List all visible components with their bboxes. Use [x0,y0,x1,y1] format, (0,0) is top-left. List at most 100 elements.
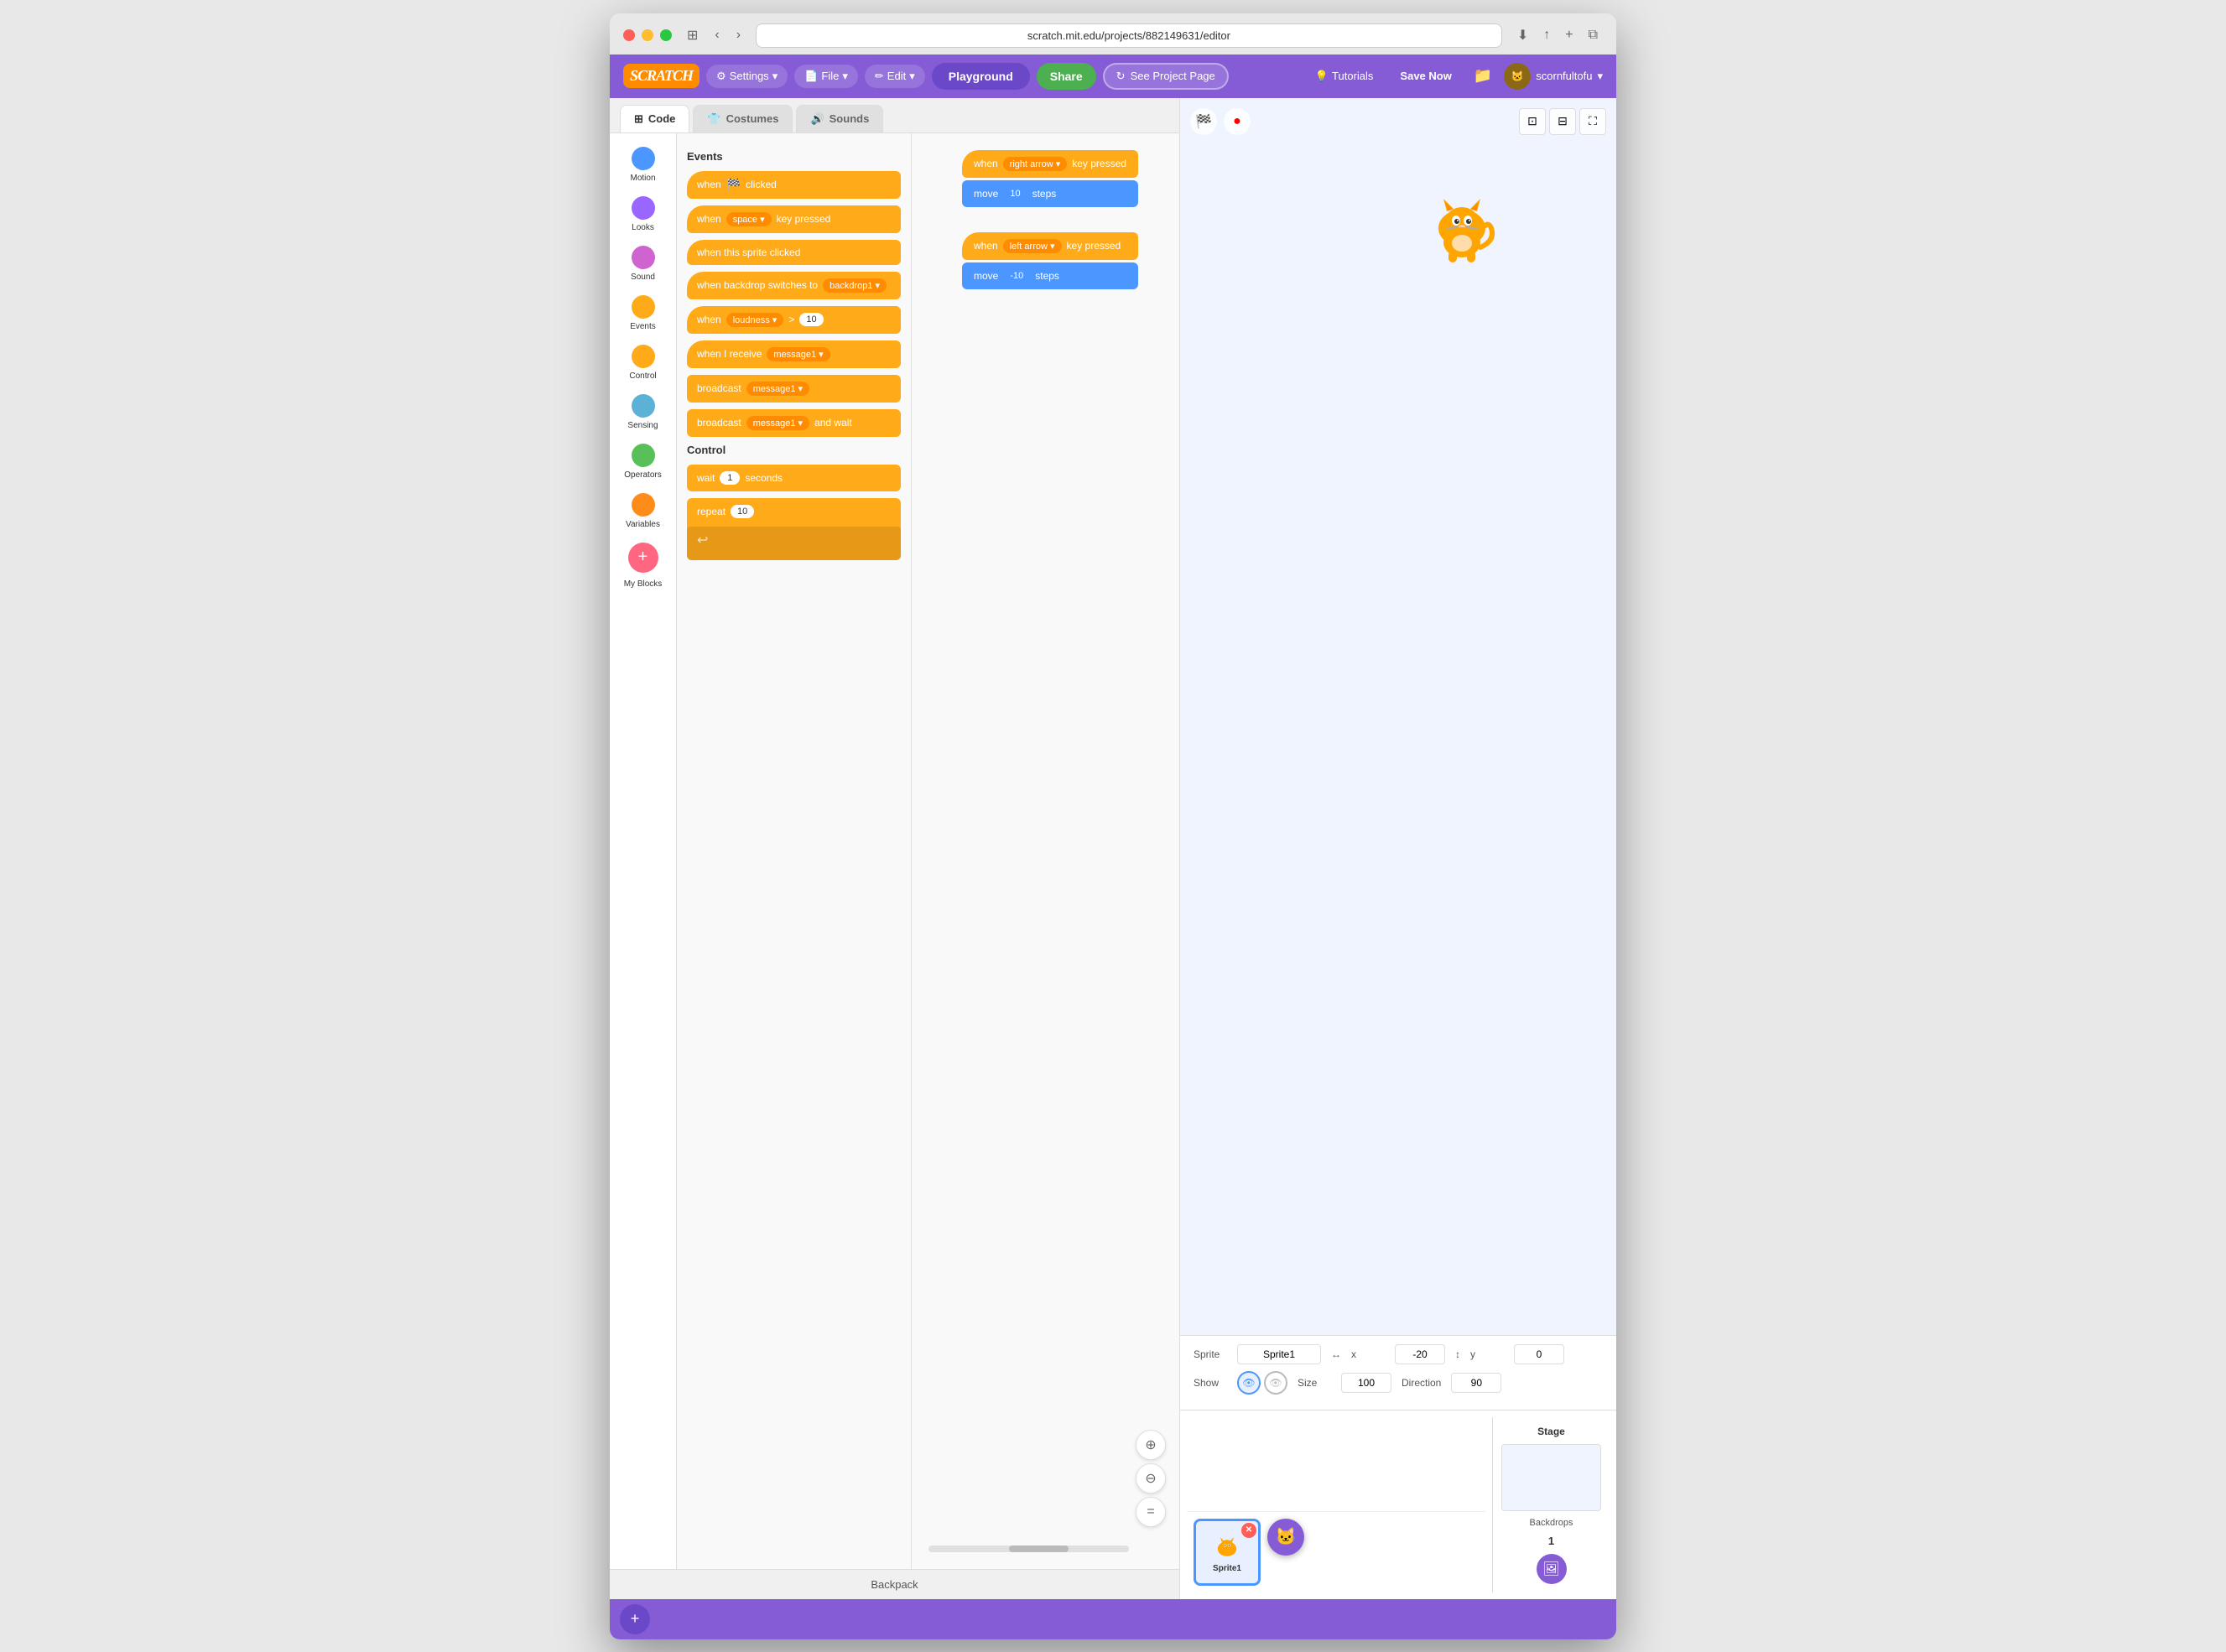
script-scrollbar[interactable] [928,1546,1129,1552]
user-menu[interactable]: 🐱 scornfultofu ▾ [1504,63,1603,90]
show-hidden-btn[interactable]: 👁 [1264,1371,1287,1395]
minimize-traffic-light[interactable] [642,29,653,41]
script-block-left-arrow-trigger[interactable]: when left arrow ▾ key pressed [962,232,1138,260]
address-bar[interactable]: scratch.mit.edu/projects/882149631/edito… [756,23,1502,48]
block-broadcast-wait[interactable]: broadcast message1 ▾ and wait [687,409,901,437]
stage-area: 🏁 ● ⊡ ⊟ ⛶ [1180,98,1616,1335]
script-block-right-arrow-trigger[interactable]: when right arrow ▾ key pressed [962,150,1138,178]
left-arrow-key-dropdown[interactable]: left arrow ▾ [1003,239,1062,253]
script-block-move-right[interactable]: move 10 steps [962,180,1138,207]
edit-btn[interactable]: ✏ Edit ▾ [865,65,925,88]
sidebar-item-sound[interactable]: Sound [610,239,676,288]
block-when-receive[interactable]: when I receive message1 ▾ [687,340,901,368]
loudness-value[interactable]: 10 [799,313,823,326]
block-when-loudness[interactable]: when loudness ▾ > 10 [687,306,901,334]
large-stage-btn[interactable]: ⊟ [1549,108,1576,135]
stage-view-controls: ⊡ ⊟ ⛶ [1519,108,1606,135]
folder-btn[interactable]: 📁 [1469,62,1497,90]
block-broadcast[interactable]: broadcast message1 ▾ [687,375,901,403]
file-btn[interactable]: 📄 File ▾ [794,65,858,88]
show-visible-btn[interactable]: 👁 [1237,1371,1261,1395]
sidebar-item-events[interactable]: Events [610,288,676,338]
variables-label: Variables [626,520,660,529]
block-when-backdrop[interactable]: when backdrop switches to backdrop1 ▾ [687,272,901,299]
tab-code[interactable]: ⊞ Code [620,105,689,132]
wait-value[interactable]: 1 [720,471,740,485]
close-traffic-light[interactable] [623,29,635,41]
script-block-move-left[interactable]: move -10 steps [962,262,1138,289]
sidebar-item-motion[interactable]: Motion [610,140,676,190]
sprite-name-row: Sprite ↔ x ↕ y [1194,1344,1603,1364]
playground-btn[interactable]: Playground [932,63,1030,90]
move-right-value[interactable]: 10 [1003,187,1027,200]
message-dropdown[interactable]: message1 ▾ [767,347,830,361]
fullscreen-btn[interactable]: ⛶ [1579,108,1606,135]
x-input[interactable] [1395,1344,1445,1364]
sensor-dropdown[interactable]: loudness ▾ [726,313,784,327]
block-repeat[interactable]: repeat 10 ↩ [687,498,901,560]
cat-sprite [1420,182,1504,282]
size-input[interactable] [1341,1373,1391,1393]
download-btn[interactable]: ⬇ [1512,23,1533,47]
block-wait-seconds[interactable]: wait 1 seconds [687,465,901,491]
forward-btn[interactable]: › [731,24,746,46]
broadcast-wait-msg-dropdown[interactable]: message1 ▾ [746,416,809,430]
motion-dot [632,147,655,170]
sidebar-item-sensing[interactable]: Sensing [610,387,676,437]
backpack-bar[interactable]: Backpack [610,1569,1179,1599]
cat-svg [1420,182,1504,266]
zoom-reset-btn[interactable]: = [1136,1497,1166,1527]
maximize-traffic-light[interactable] [660,29,672,41]
sidebar-item-control[interactable]: Control [610,338,676,387]
key-dropdown[interactable]: space ▾ [726,212,772,226]
green-flag-btn[interactable]: 🏁 [1190,108,1217,135]
small-stage-btn[interactable]: ⊡ [1519,108,1546,135]
save-now-btn[interactable]: Save Now [1390,65,1461,87]
repeat-value[interactable]: 10 [731,505,754,518]
back-btn[interactable]: ‹ [710,24,724,46]
tab-sounds[interactable]: 🔊 Sounds [796,105,883,132]
file-chevron-icon: ▾ [842,70,848,83]
stop-btn[interactable]: ● [1224,108,1251,135]
see-project-btn[interactable]: ↻ See Project Page [1103,63,1229,90]
my-blocks-bar: + [610,1599,1616,1639]
tab-costumes[interactable]: 👕 Costumes [693,105,793,132]
block-when-flag-clicked[interactable]: when 🏁 clicked [687,171,901,199]
add-sprite-btn[interactable]: 🐱 [1267,1519,1304,1556]
my-blocks-btn[interactable]: + [620,1604,650,1634]
sidebar-item-operators[interactable]: Operators [610,437,676,486]
move-left-value[interactable]: -10 [1003,269,1030,283]
stage-thumbnail[interactable] [1501,1444,1601,1511]
script-area[interactable]: when right arrow ▾ key pressed move 10 s… [912,133,1179,1569]
sidebar-item-variables[interactable]: Variables [610,486,676,536]
direction-input[interactable] [1451,1373,1501,1393]
see-project-label: See Project Page [1131,70,1215,82]
backdrop-dropdown[interactable]: backdrop1 ▾ [823,278,887,293]
windows-btn[interactable]: ⧉ [1584,24,1603,46]
repeat-arrow-icon: ↩ [697,533,708,548]
my-blocks-add-btn[interactable]: + [628,543,658,573]
settings-btn[interactable]: ⚙ Settings ▾ [706,65,788,88]
sidebar-toggle-btn[interactable]: ⊞ [682,23,703,47]
y-input[interactable] [1514,1344,1564,1364]
file-icon: 📄 [804,70,818,83]
sidebar-item-my-blocks[interactable]: + My Blocks [610,536,676,595]
add-backdrop-btn[interactable]: 🖼 [1537,1554,1567,1584]
new-tab-btn[interactable]: + [1560,24,1578,46]
show-toggle: 👁 👁 [1237,1371,1287,1395]
sound-dot [632,246,655,269]
right-arrow-key-dropdown[interactable]: right arrow ▾ [1003,157,1068,171]
script-scroll-thumb[interactable] [1009,1546,1069,1552]
sprite-delete-btn[interactable]: ✕ [1241,1523,1256,1538]
tutorials-btn[interactable]: 💡 Tutorials [1305,65,1384,88]
sprite-name-input[interactable] [1237,1344,1321,1364]
broadcast-msg-dropdown[interactable]: message1 ▾ [746,382,809,396]
share-btn[interactable]: Share [1037,63,1096,90]
block-when-sprite-clicked[interactable]: when this sprite clicked [687,240,901,265]
sidebar-item-looks[interactable]: Looks [610,190,676,239]
share-browser-btn[interactable]: ↑ [1538,24,1555,46]
block-when-key-pressed[interactable]: when space ▾ key pressed [687,205,901,233]
zoom-out-btn[interactable]: ⊖ [1136,1463,1166,1494]
list-item[interactable]: ✕ Sprite1 [1194,1519,1261,1586]
zoom-in-btn[interactable]: ⊕ [1136,1430,1166,1460]
